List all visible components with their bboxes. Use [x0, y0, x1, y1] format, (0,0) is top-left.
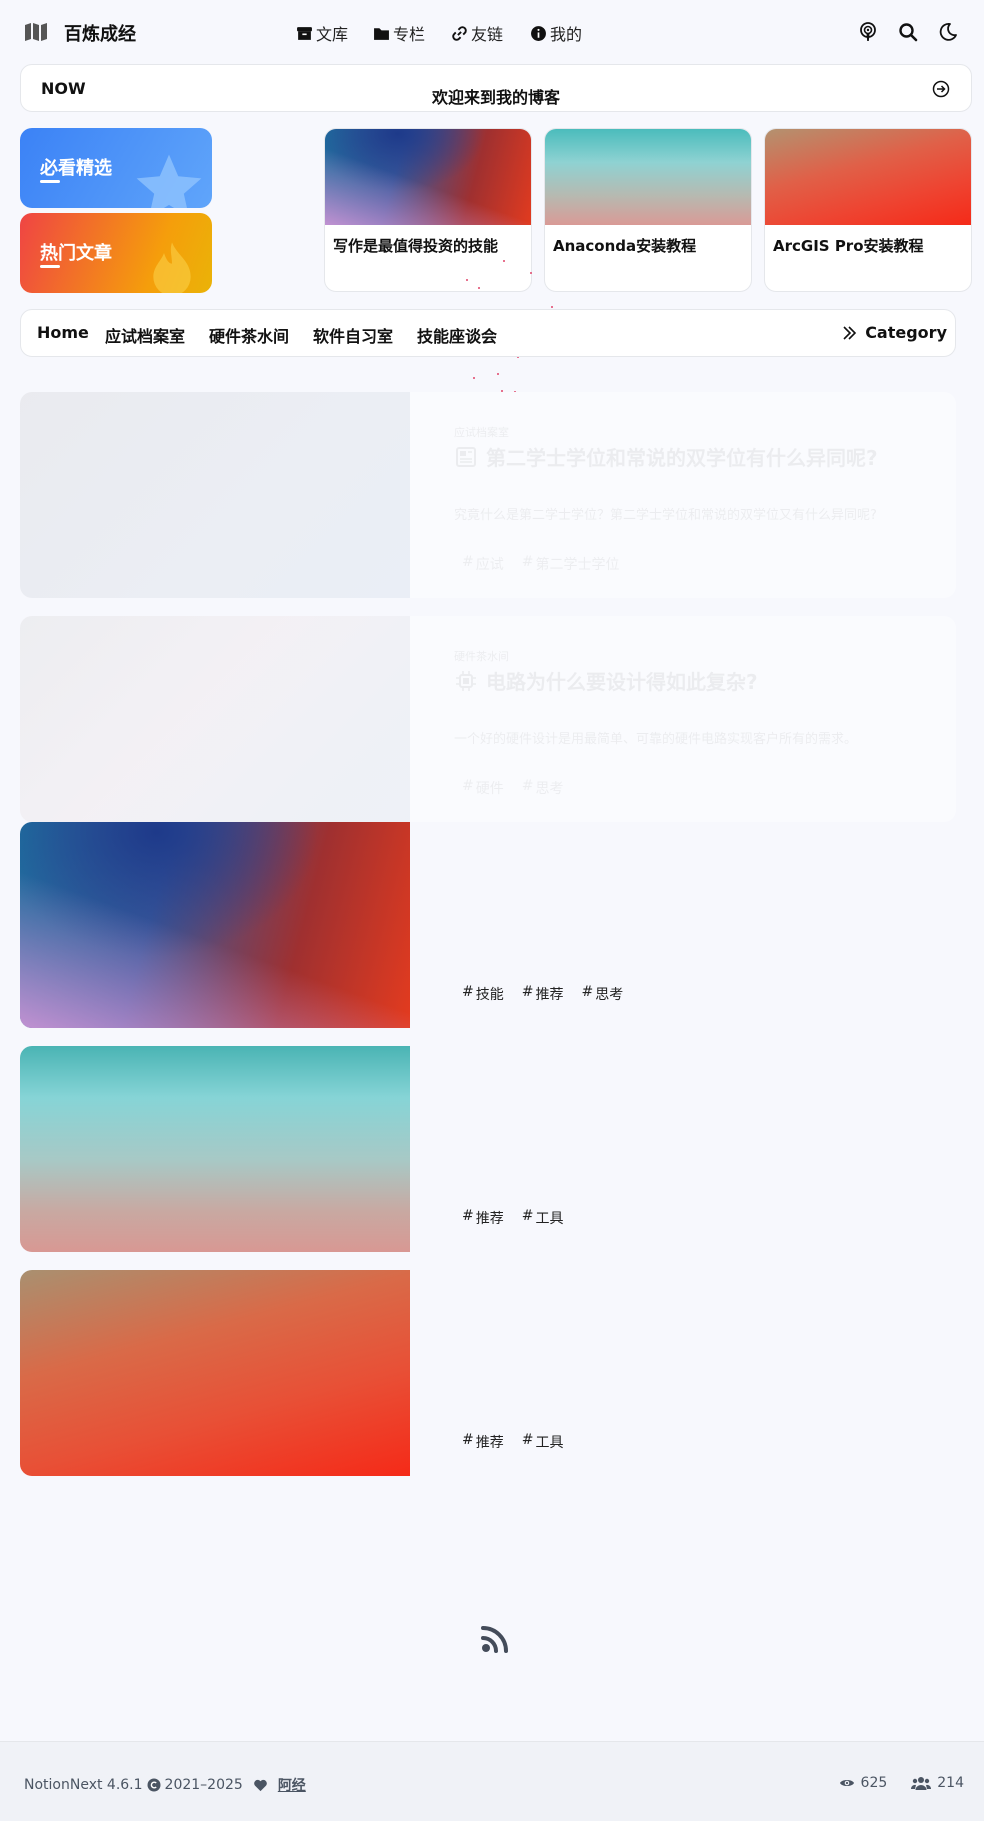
- post-cover-image: [545, 129, 751, 225]
- nav-item-label: 我的: [550, 25, 583, 44]
- post-category[interactable]: 应试档案室: [454, 424, 509, 440]
- post-cover-image: [20, 1270, 410, 1476]
- post-tags: # 应试 # 第二学士学位: [462, 554, 619, 574]
- top-post-title: 写作是最值得投资的技能: [333, 237, 499, 255]
- tag[interactable]: # 应试: [462, 554, 504, 574]
- dark-mode-button[interactable]: [936, 20, 960, 44]
- label-underline: [40, 180, 60, 183]
- post-cover-image: [20, 1046, 410, 1252]
- moon-icon: [939, 23, 957, 41]
- footer-author-link[interactable]: 阿经: [278, 1775, 306, 1795]
- eye-icon: [839, 1780, 854, 1786]
- site-header: 百炼成经 文库 专栏 友链 我的: [0, 0, 984, 64]
- category-more-link[interactable]: Category: [841, 323, 947, 342]
- post-card[interactable]: 应试档案室 第二学士学位和常说的双学位有什么异同呢? 究竟什么是第二学士学位？第…: [20, 392, 956, 598]
- tag[interactable]: # 推荐: [462, 1208, 504, 1228]
- visitors-count: 214: [937, 1775, 964, 1791]
- tag[interactable]: # 工具: [522, 1208, 564, 1228]
- category-item-skills[interactable]: 技能座谈会: [417, 323, 497, 347]
- post-summary: 究竟什么是第二学士学位？第二学士学位和常说的双学位又有什么异同呢?: [454, 508, 877, 523]
- nav-item-links[interactable]: 友链: [451, 21, 503, 45]
- post-cover-image: [20, 392, 410, 598]
- hot-posts-label: 热门文章: [40, 243, 112, 264]
- search-icon: [899, 23, 918, 42]
- tag[interactable]: # 思考: [522, 778, 564, 798]
- tag[interactable]: # 硬件: [462, 778, 504, 798]
- tag[interactable]: # 技能: [462, 984, 504, 1004]
- category-item-hardware[interactable]: 硬件茶水间: [209, 323, 289, 347]
- post-card[interactable]: # 推荐 # 工具: [20, 1046, 956, 1252]
- podcast-button[interactable]: [856, 20, 880, 44]
- archive-icon: [297, 26, 312, 40]
- post-category[interactable]: 硬件茶水间: [454, 648, 509, 664]
- newspaper-icon: [456, 446, 476, 467]
- top-post-title: Anaconda安装教程: [553, 237, 697, 255]
- post-cover-image: [20, 822, 410, 1028]
- featured-picks-card[interactable]: 必看精选: [20, 128, 212, 208]
- chip-icon: [456, 670, 476, 691]
- footer-version[interactable]: NotionNext 4.6.1: [24, 1777, 143, 1793]
- tag[interactable]: # 推荐: [462, 1432, 504, 1452]
- post-tags: # 硬件 # 思考: [462, 778, 563, 798]
- notice-text: 欢迎来到我的博客: [431, 88, 560, 107]
- search-button[interactable]: [896, 20, 920, 44]
- category-item-exam[interactable]: 应试档案室: [105, 323, 185, 347]
- post-title-text: 电路为什么要设计得如此复杂?: [486, 670, 758, 694]
- users-icon: [911, 1777, 932, 1790]
- map-icon[interactable]: [24, 22, 48, 42]
- category-item-home[interactable]: Home: [37, 323, 89, 342]
- heart-icon: [253, 1779, 267, 1791]
- page-views-count: 625: [860, 1775, 888, 1791]
- tag[interactable]: # 工具: [522, 1432, 564, 1452]
- post-cover-image: [20, 616, 410, 822]
- category-more-label: Category: [865, 323, 947, 342]
- post-card[interactable]: 硬件茶水间 电路为什么要设计得如此复杂? 一个好的硬件设计是用最简单、可靠的硬件…: [20, 616, 956, 822]
- category-item-software[interactable]: 软件自习室: [313, 323, 393, 347]
- folder-icon: [374, 27, 389, 40]
- category-bar: Home 应试档案室 硬件茶水间 软件自习室 技能座谈会 Category: [20, 309, 956, 357]
- post-title-text: 第二学士学位和常说的双学位有什么异同呢?: [486, 446, 878, 470]
- footer-credits: NotionNext 4.6.1 2021–2025 阿经: [24, 1775, 306, 1795]
- nav-item-label: 文库: [316, 25, 349, 44]
- post-summary: 一个好的硬件设计是用最简单、可靠的硬件电路实现客户所有的需求。: [454, 732, 858, 747]
- post-title[interactable]: 电路为什么要设计得如此复杂?: [454, 666, 758, 695]
- post-tags: # 推荐 # 工具: [462, 1432, 563, 1452]
- post-card[interactable]: # 技能 # 推荐 # 思考: [20, 822, 956, 1028]
- footer-years: 2021–2025: [164, 1777, 243, 1793]
- arrow-right-circle-icon[interactable]: [931, 79, 951, 99]
- top-post-card[interactable]: ArcGIS Pro安装教程: [764, 128, 972, 292]
- nav-item-archive[interactable]: 文库: [296, 21, 348, 45]
- link-icon: [452, 25, 467, 41]
- post-cover-image: [765, 129, 971, 225]
- tag[interactable]: # 思考: [581, 984, 623, 1004]
- nav-item-label: 专栏: [393, 25, 426, 44]
- post-title[interactable]: 第二学士学位和常说的双学位有什么异同呢?: [454, 442, 878, 471]
- star-icon: [136, 154, 202, 208]
- post-cover-image: [325, 129, 531, 225]
- top-post-title: ArcGIS Pro安装教程: [773, 237, 924, 255]
- nav-item-columns[interactable]: 专栏: [373, 21, 425, 45]
- site-title[interactable]: 百炼成经: [64, 20, 136, 46]
- featured-picks-label: 必看精选: [40, 158, 112, 179]
- notice-bar[interactable]: NOW 欢迎来到我的博客: [20, 64, 972, 112]
- nav-item-label: 友链: [471, 25, 504, 44]
- fire-icon: [153, 242, 191, 293]
- hot-posts-card[interactable]: 热门文章: [20, 213, 212, 293]
- post-card[interactable]: # 推荐 # 工具: [20, 1270, 956, 1476]
- info-icon: [531, 25, 546, 41]
- label-underline: [40, 265, 60, 268]
- nav-item-me[interactable]: 我的: [530, 21, 582, 45]
- post-tags: # 推荐 # 工具: [462, 1208, 563, 1228]
- podcast-icon: [860, 22, 876, 41]
- double-chevron-right-icon: [843, 325, 857, 340]
- top-post-card[interactable]: 写作是最值得投资的技能: [324, 128, 532, 292]
- tag[interactable]: # 推荐: [522, 984, 564, 1004]
- site-footer: NotionNext 4.6.1 2021–2025 阿经 625 214: [0, 1741, 984, 1821]
- rss-icon[interactable]: [480, 1624, 510, 1654]
- post-tags: # 技能 # 推荐 # 思考: [462, 984, 623, 1004]
- tag[interactable]: # 第二学士学位: [522, 554, 620, 574]
- copyright-icon: [147, 1778, 161, 1792]
- footer-stats: 625 214: [839, 1775, 964, 1791]
- top-post-card[interactable]: Anaconda安装教程: [544, 128, 752, 292]
